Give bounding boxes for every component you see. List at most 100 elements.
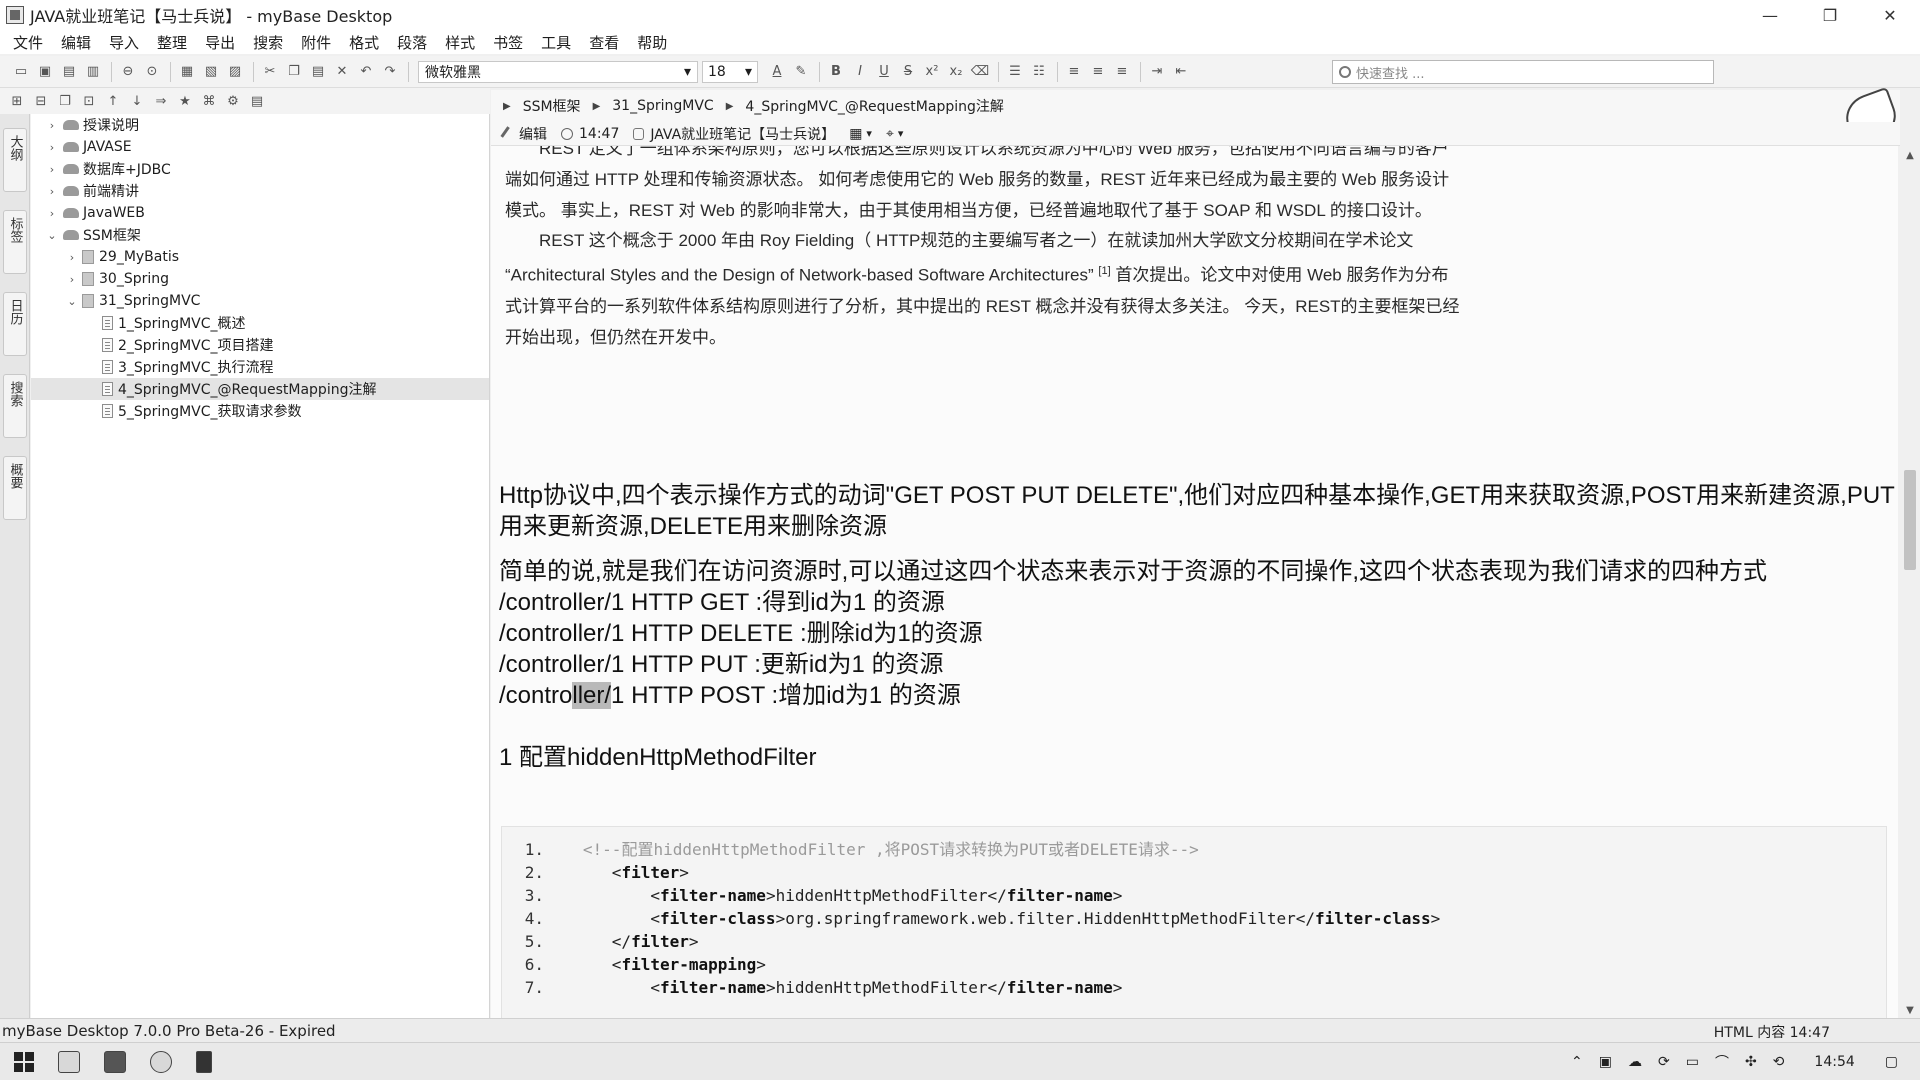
forward-icon[interactable]: ⊙ — [141, 62, 163, 82]
app-task-icon[interactable] — [196, 1050, 212, 1073]
tag-dropdown[interactable]: ⌖ ▾ — [886, 126, 903, 142]
font-size-select[interactable]: 18 ▾ — [702, 60, 758, 83]
tab-outline[interactable]: 大纲 — [3, 128, 27, 192]
expand-icon[interactable]: › — [45, 119, 59, 132]
tray-chevron-up-icon[interactable]: ⌃ — [1571, 1054, 1583, 1070]
font-family-select[interactable]: 微软雅黑 ▾ — [418, 60, 698, 83]
print-icon[interactable]: ▥ — [82, 62, 104, 82]
tree-item[interactable]: ⌄ SSM框架 — [31, 224, 489, 246]
tree-item[interactable]: › JavaWEB — [31, 202, 489, 224]
tree-item[interactable]: › 29_MyBatis — [31, 246, 489, 268]
bold-icon[interactable]: B — [825, 62, 847, 82]
menu-tools[interactable]: 工具 — [532, 32, 580, 53]
italic-icon[interactable]: I — [849, 62, 871, 82]
tab-summary[interactable]: 概要 — [3, 456, 27, 520]
menu-help[interactable]: 帮助 — [628, 32, 676, 53]
menu-edit[interactable]: 编辑 — [52, 32, 100, 53]
font-color-icon[interactable]: A — [766, 62, 788, 82]
tree-view-icon[interactable]: ▤ — [246, 91, 268, 111]
notification-icon[interactable]: ▢ — [1885, 1054, 1898, 1070]
bullet-list-icon[interactable]: ☷ — [1028, 62, 1050, 82]
tree-item[interactable]: › JAVASE — [31, 136, 489, 158]
tree-item[interactable]: › 前端精讲 — [31, 180, 489, 202]
highlight-icon[interactable]: ✎ — [790, 62, 812, 82]
split-view-icon[interactable]: ▧ — [200, 62, 222, 82]
tree-item[interactable]: ⌄ 31_SpringMVC — [31, 290, 489, 312]
breadcrumb-item[interactable]: SSM框架 — [523, 96, 581, 116]
expand-icon[interactable]: › — [65, 251, 79, 264]
close-button[interactable]: ✕ — [1860, 0, 1920, 30]
menu-view[interactable]: 查看 — [580, 32, 628, 53]
editor-scrollbar[interactable]: ▲ ▼ — [1900, 146, 1920, 1018]
expand-icon[interactable]: › — [45, 207, 59, 220]
paste-icon[interactable]: ▤ — [307, 62, 329, 82]
tab-search[interactable]: 搜索 — [3, 374, 27, 438]
start-button[interactable] — [14, 1051, 34, 1072]
tag-icon[interactable]: ⌘ — [198, 91, 220, 111]
tree-item[interactable]: 5_SpringMVC_获取请求参数 — [31, 400, 489, 422]
expand-icon[interactable]: › — [65, 273, 79, 286]
expand-icon[interactable]: › — [45, 185, 59, 198]
align-right-icon[interactable]: ≡ — [1111, 62, 1133, 82]
subscript-icon[interactable]: x₂ — [945, 62, 967, 82]
save-all-icon[interactable]: ▤ — [58, 62, 80, 82]
numbered-list-icon[interactable]: ☰ — [1004, 62, 1026, 82]
scroll-up-icon[interactable]: ▲ — [1900, 150, 1920, 161]
back-icon[interactable]: ⊖ — [117, 62, 139, 82]
maximize-button[interactable]: ❐ — [1800, 0, 1860, 30]
tree-child-icon[interactable]: ⊟ — [30, 91, 52, 111]
tray-tool-icon[interactable]: ✣ — [1745, 1054, 1757, 1070]
menu-attachments[interactable]: 附件 — [292, 32, 340, 53]
tray-sync-icon[interactable]: ⟳ — [1658, 1054, 1670, 1070]
scrollbar-thumb[interactable] — [1904, 470, 1916, 570]
tree-item[interactable]: › 数据库+JDBC — [31, 158, 489, 180]
tree-item[interactable]: 3_SpringMVC_执行流程 — [31, 356, 489, 378]
star-icon[interactable]: ★ — [174, 91, 196, 111]
tray-network-icon[interactable]: ☁ — [1628, 1054, 1642, 1070]
tree-link-icon[interactable]: ⊡ — [78, 91, 100, 111]
menu-style[interactable]: 样式 — [436, 32, 484, 53]
panel-icon[interactable]: ▨ — [224, 62, 246, 82]
clear-format-icon[interactable]: ⌫ — [969, 62, 991, 82]
quick-search-input[interactable]: 快速查找 ... — [1332, 60, 1714, 84]
tray-clock[interactable]: 14:54 — [1814, 1054, 1854, 1070]
breadcrumb-item[interactable]: 31_SpringMVC — [612, 98, 713, 114]
breadcrumb-item[interactable]: 4_SpringMVC_@RequestMapping注解 — [745, 96, 1003, 116]
collapse-icon[interactable]: ⌄ — [65, 295, 79, 308]
tree-item[interactable]: 2_SpringMVC_项目搭建 — [31, 334, 489, 356]
expand-icon[interactable]: › — [45, 163, 59, 176]
tree-new-icon[interactable]: ⊞ — [6, 91, 28, 111]
text-selection[interactable]: ller/ — [572, 682, 612, 709]
align-center-icon[interactable]: ≡ — [1087, 62, 1109, 82]
superscript-icon[interactable]: x² — [921, 62, 943, 82]
move-down-icon[interactable]: ↓ — [126, 91, 148, 111]
menu-bookmarks[interactable]: 书签 — [484, 32, 532, 53]
new-doc-icon[interactable]: ▭ — [10, 62, 32, 82]
menu-export[interactable]: 导出 — [196, 32, 244, 53]
scroll-down-icon[interactable]: ▼ — [1900, 1005, 1920, 1016]
edit-toggle[interactable]: 编辑 — [500, 124, 547, 144]
move-up-icon[interactable]: ↑ — [102, 91, 124, 111]
redo-icon[interactable]: ↷ — [379, 62, 401, 82]
cut-icon[interactable]: ✂ — [259, 62, 281, 82]
layout-icon[interactable]: ▦ — [176, 62, 198, 82]
undo-icon[interactable]: ↶ — [355, 62, 377, 82]
align-left-icon[interactable]: ≡ — [1063, 62, 1085, 82]
mybase-task-icon[interactable] — [58, 1050, 80, 1073]
document-editor[interactable]: REST 定义了一组体系架构原则，您可以根据这些原则设计以系统资源为中心的 We… — [491, 146, 1898, 1018]
calendar-dropdown[interactable]: ▦ ▾ — [849, 126, 872, 142]
menu-format[interactable]: 格式 — [340, 32, 388, 53]
code-block[interactable]: 1. <!--配置hiddenHttpMethodFilter ,将POST请求… — [501, 826, 1887, 1018]
tray-app-icon[interactable]: ▣ — [1599, 1054, 1612, 1070]
tab-tags[interactable]: 标签 — [3, 210, 27, 274]
menu-paragraph[interactable]: 段落 — [388, 32, 436, 53]
filter-icon[interactable]: ⚙ — [222, 91, 244, 111]
strikethrough-icon[interactable]: S — [897, 62, 919, 82]
minimize-button[interactable]: — — [1740, 0, 1800, 30]
footnote-ref[interactable]: [1] — [1098, 265, 1110, 277]
underline-icon[interactable]: U — [873, 62, 895, 82]
tray-display-icon[interactable]: ▭ — [1686, 1054, 1699, 1070]
move-right-icon[interactable]: ⇒ — [150, 91, 172, 111]
tree-item[interactable]: › 授课说明 — [31, 114, 489, 136]
expand-icon[interactable]: › — [45, 141, 59, 154]
